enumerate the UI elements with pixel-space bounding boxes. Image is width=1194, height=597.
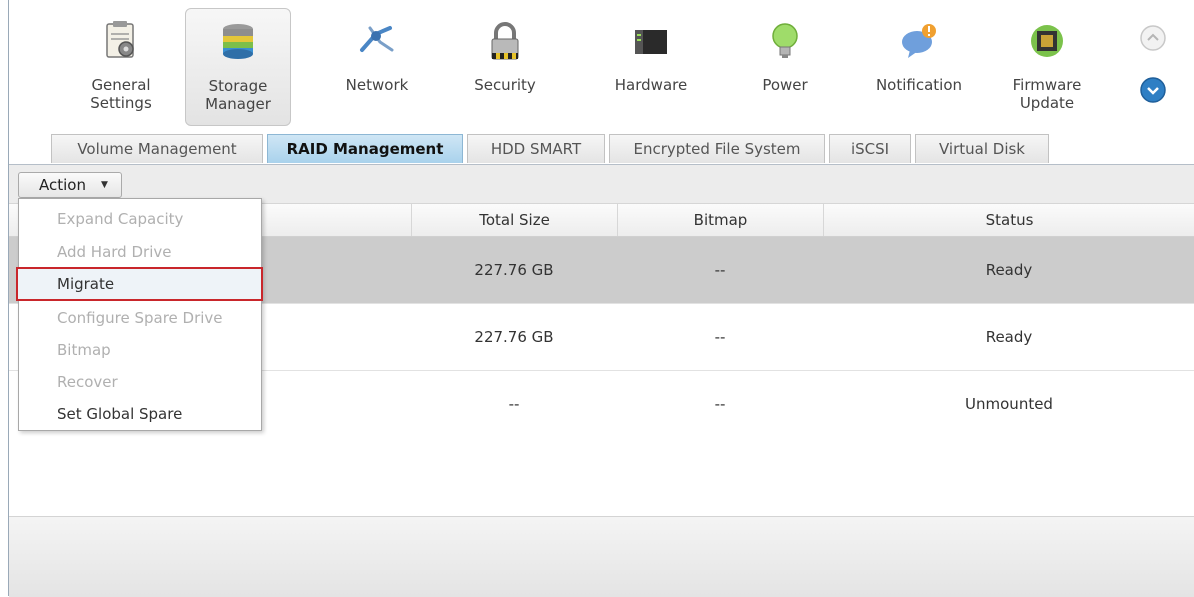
tab-raid-management[interactable]: RAID Management <box>267 134 463 163</box>
tab-iscsi[interactable]: iSCSI <box>829 134 911 163</box>
column-header-bitmap[interactable]: Bitmap <box>617 204 823 236</box>
cell-status: Ready <box>985 261 1033 279</box>
tab-hdd-smart[interactable]: HDD SMART <box>467 134 605 163</box>
cell-total-size: -- <box>508 395 520 413</box>
nav-hardware[interactable]: Hardware <box>599 8 703 124</box>
tab-volume-management[interactable]: Volume Management <box>51 134 263 163</box>
nav-security[interactable]: Security <box>453 8 557 124</box>
scroll-up-icon[interactable] <box>1139 24 1167 52</box>
hardware-icon <box>635 30 667 54</box>
cell-bitmap: -- <box>714 328 726 346</box>
notification-icon <box>902 24 936 58</box>
action-button-label: Action <box>39 176 86 194</box>
cell-bitmap: -- <box>714 395 726 413</box>
nav-notification[interactable]: Notification <box>867 8 971 124</box>
action-button[interactable]: Action ▼ <box>18 172 122 198</box>
top-nav-bar: General Settings Storage Manager Network <box>9 0 1194 126</box>
footer-bar <box>9 516 1194 597</box>
tab-virtual-disk[interactable]: Virtual Disk <box>915 134 1049 163</box>
nav-firmware-update[interactable]: Firmware Update <box>995 8 1099 124</box>
tab-encrypted-file-system[interactable]: Encrypted File System <box>609 134 825 163</box>
chevron-down-icon: ▼ <box>101 180 108 190</box>
nav-label: Firmware Update <box>1012 76 1082 112</box>
lightbulb-icon <box>772 23 798 58</box>
column-header-total-size[interactable]: Total Size <box>411 204 617 236</box>
general-settings-icon <box>106 21 134 58</box>
nav-label: Network <box>345 76 409 94</box>
storage-manager-icon <box>223 24 253 59</box>
column-header-status[interactable]: Status <box>823 204 1194 236</box>
lock-icon <box>491 22 519 60</box>
nav-label: General Settings <box>90 76 152 112</box>
menu-item-migrate[interactable]: Migrate <box>16 267 263 301</box>
action-menu: Expand Capacity Add Hard Drive Migrate C… <box>16 198 263 431</box>
network-icon <box>360 26 394 52</box>
nav-general-settings[interactable]: General Settings <box>69 8 173 124</box>
table-empty-area <box>9 436 1194 516</box>
nav-label: Storage Manager <box>205 77 271 113</box>
cell-status: Ready <box>985 328 1033 346</box>
nav-power[interactable]: Power <box>733 8 837 124</box>
nav-storage-manager[interactable]: Storage Manager <box>185 8 291 126</box>
nav-network[interactable]: Network <box>325 8 429 124</box>
menu-item-add-hard-drive: Add Hard Drive <box>57 243 172 261</box>
scroll-down-icon[interactable] <box>1139 76 1167 104</box>
cell-status: Unmounted <box>965 395 1053 413</box>
nav-label: Hardware <box>614 76 688 94</box>
cell-total-size: 227.76 GB <box>474 328 554 346</box>
menu-item-bitmap: Bitmap <box>57 341 111 359</box>
storage-tabs: Volume Management RAID Management HDD SM… <box>9 134 1194 165</box>
nav-label: Security <box>474 76 536 94</box>
cell-bitmap: -- <box>714 261 726 279</box>
menu-item-recover: Recover <box>57 373 118 391</box>
cell-total-size: 227.76 GB <box>474 261 554 279</box>
menu-item-expand-capacity: Expand Capacity <box>57 210 184 228</box>
nav-label: Notification <box>875 76 963 94</box>
nav-label: Power <box>762 76 808 94</box>
menu-item-configure-spare-drive: Configure Spare Drive <box>57 309 223 327</box>
menu-item-set-global-spare[interactable]: Set Global Spare <box>19 398 261 430</box>
firmware-icon <box>1031 25 1063 57</box>
